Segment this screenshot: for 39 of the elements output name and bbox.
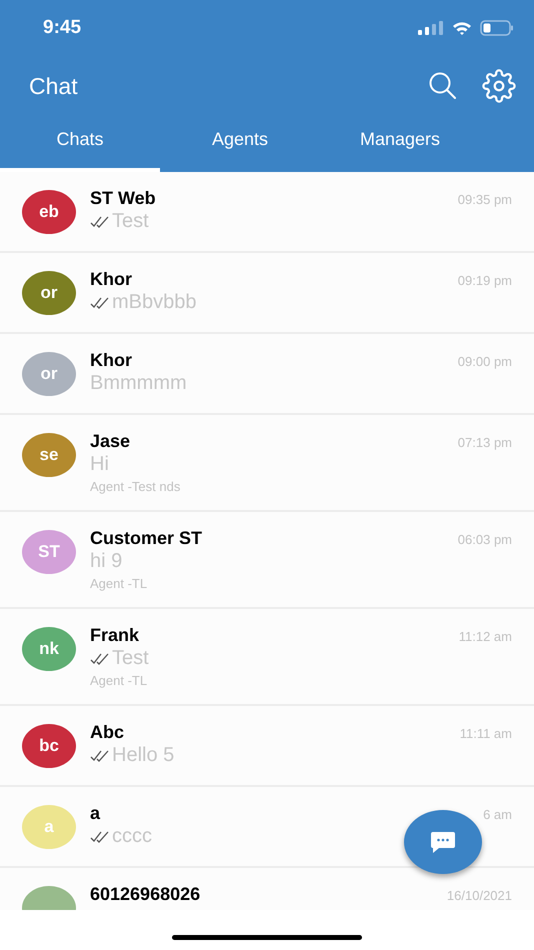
battery-icon (480, 20, 514, 36)
avatar: nk (22, 627, 76, 671)
chat-bubble-icon (430, 830, 456, 854)
screen-title: Chat (29, 72, 79, 100)
contact-name: Abc (90, 722, 124, 743)
message-time: 09:19 pm (458, 273, 512, 288)
contact-name: a (90, 803, 100, 824)
avatar: eb (22, 190, 76, 234)
contact-name: Khor (90, 269, 132, 290)
settings-button[interactable] (482, 69, 516, 103)
avatar: ST (22, 530, 76, 574)
avatar: bc (22, 724, 76, 768)
contact-name: 60126968026 (90, 884, 200, 905)
agent-label: Agent -TL (90, 673, 148, 688)
search-button[interactable] (428, 71, 458, 101)
contact-name: ST Web (90, 188, 156, 209)
message-time: 09:35 pm (458, 192, 512, 207)
message-time: 11:11 am (460, 726, 512, 741)
tab[interactable]: Agents (160, 117, 320, 172)
message-time: 06:03 pm (458, 532, 512, 547)
contact-name: Jase (90, 431, 130, 452)
tab[interactable]: Managers (320, 117, 480, 172)
avatar: or (22, 352, 76, 396)
wifi-icon (452, 20, 472, 34)
message-time: 11:12 am (458, 629, 512, 644)
avatar: a (22, 805, 76, 849)
message-time: 16/10/2021 (446, 888, 512, 903)
contact-name: Customer ST (90, 528, 202, 549)
avatar: se (22, 433, 76, 477)
signal-icon (418, 20, 444, 34)
message-time: 09:00 pm (458, 354, 512, 369)
agent-label: Agent -TL (90, 576, 148, 591)
avatar: or (22, 271, 76, 315)
message-time: 07:13 pm (458, 435, 512, 450)
agent-label: Agent -Test nds (90, 479, 182, 494)
contact-name: Khor (90, 350, 132, 371)
contact-name: Frank (90, 625, 140, 646)
status-time: 9:45 (43, 16, 82, 38)
message-time: 6 am (483, 807, 512, 822)
